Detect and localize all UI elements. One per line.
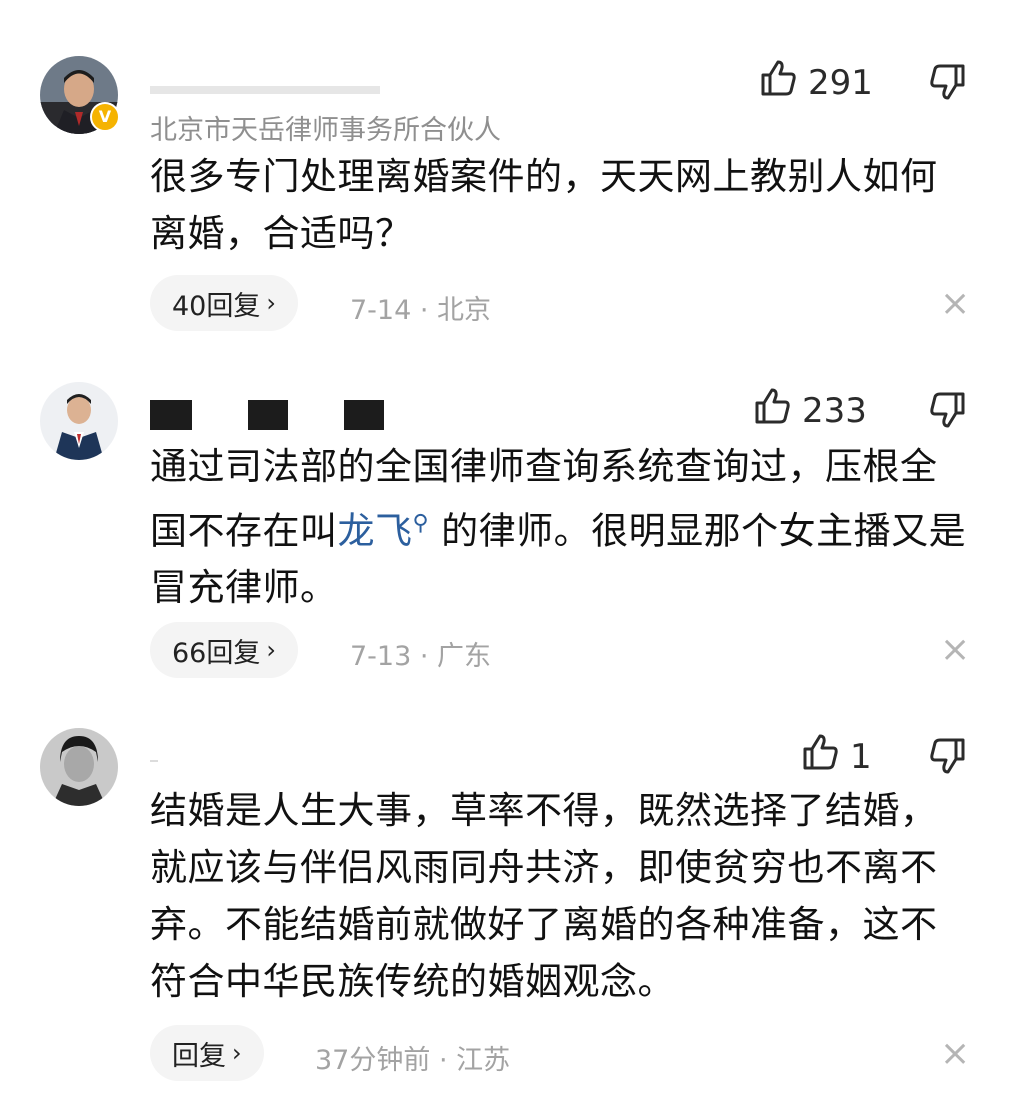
- comment-item: 1 结婚是人生大事，草率不得，既然选择了结婚，就应该与伴侣风雨同舟共济，即使贫穷…: [0, 0, 1010, 1107]
- comment-meta: 37分钟前 · 江苏: [315, 1038, 510, 1077]
- comment-date: 37分钟前: [315, 1045, 431, 1076]
- avatar[interactable]: [40, 728, 118, 806]
- dislike-button[interactable]: [928, 736, 968, 780]
- close-icon[interactable]: ×: [940, 1036, 970, 1072]
- replies-label: 回复: [172, 1040, 226, 1072]
- comment-text: 结婚是人生大事，草率不得，既然选择了结婚，就应该与伴侣风雨同舟共济，即使贫穷也不…: [150, 789, 938, 1003]
- username-masked[interactable]: [150, 745, 158, 771]
- meta-separator: ·: [430, 1045, 457, 1076]
- thumbs-up-icon: [800, 732, 840, 781]
- like-button[interactable]: 1: [800, 732, 872, 781]
- chevron-right-icon: ›: [232, 1039, 242, 1067]
- comment-location: 江苏: [456, 1045, 511, 1076]
- like-count: 1: [850, 736, 872, 777]
- thumbs-down-icon: [928, 738, 968, 780]
- replies-button[interactable]: 回复 ›: [150, 1025, 264, 1081]
